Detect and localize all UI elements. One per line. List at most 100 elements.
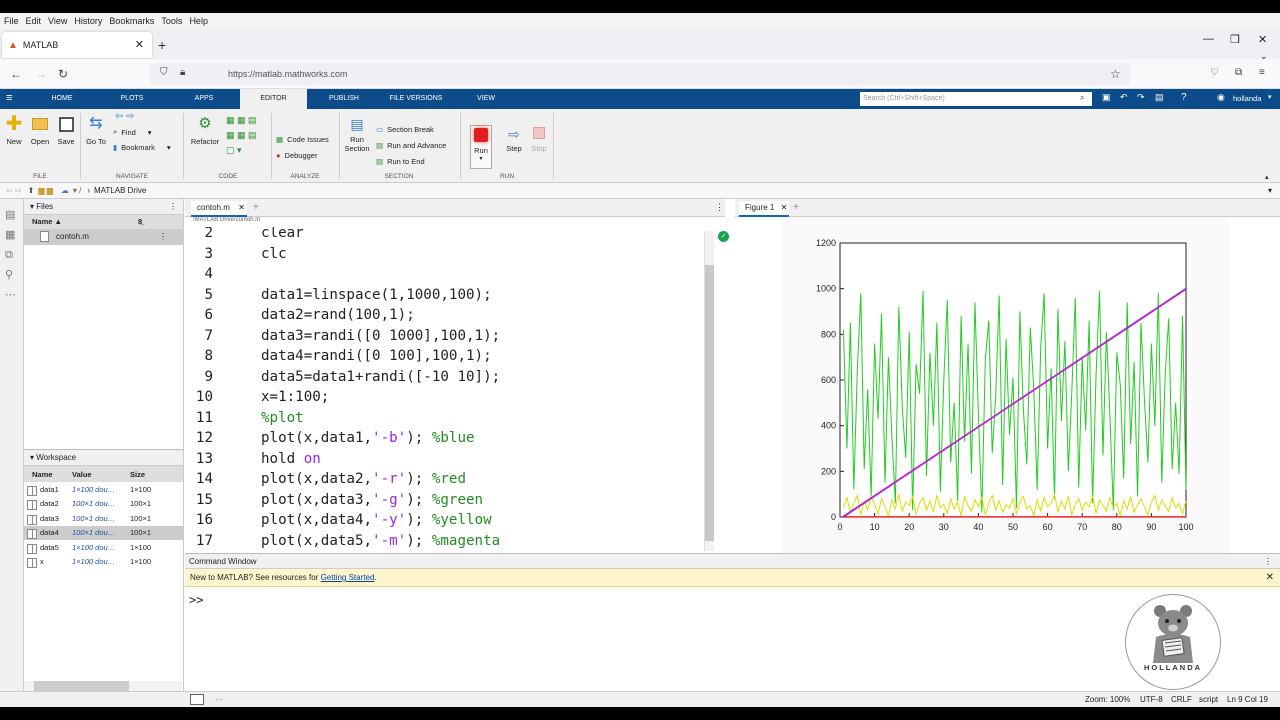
back-icon[interactable]: ⇦ ⇨ — [6, 186, 22, 195]
save-button[interactable]: Save — [55, 115, 77, 146]
logo-text: HOLLANDA — [1143, 663, 1203, 672]
tab-editor[interactable]: EDITOR — [240, 89, 307, 109]
files-column-header[interactable]: Name ▲ 8̲ — [24, 215, 183, 229]
find-button[interactable]: ⌕ Find ▾ — [113, 127, 152, 137]
section-break-button[interactable]: ▭ Section Break — [376, 125, 434, 134]
lock-icon[interactable]: 🔒︎ — [180, 67, 185, 78]
figure-tab[interactable]: Figure 1 ✕ — [739, 201, 789, 217]
back-icon[interactable]: ← — [10, 67, 22, 81]
layout-icon[interactable] — [190, 694, 204, 705]
user-name[interactable]: hollanda — [1233, 89, 1261, 109]
layout-icon[interactable]: ▤ — [1155, 92, 1164, 103]
chevron-down-icon[interactable]: ▾ — [30, 453, 34, 462]
back-arrow-icon[interactable]: ⇦ ⇨ — [115, 111, 135, 122]
new-button[interactable]: ✚ New — [3, 114, 25, 146]
menu-help[interactable]: Help — [189, 16, 208, 26]
menu-view[interactable]: View — [48, 16, 67, 26]
run-advance-button[interactable]: ▤ Run and Advance — [376, 141, 446, 150]
menu-history[interactable]: History — [74, 16, 102, 26]
browser-tab[interactable]: ▲ MATLAB ✕ — [2, 32, 152, 58]
close-window-icon[interactable]: ✕ — [1258, 33, 1267, 46]
zoom-level[interactable]: Zoom: 100% — [1085, 692, 1130, 707]
line-ending[interactable]: CRLF — [1171, 692, 1192, 707]
up-folder-icon[interactable]: ⬆ — [28, 186, 35, 195]
chevron-down-icon[interactable]: ▾ — [1268, 93, 1272, 101]
forward-icon[interactable]: → — [35, 67, 47, 81]
menu-tools[interactable]: Tools — [161, 16, 182, 26]
workspace-row[interactable]: data3 100×1 dou… 100×1 — [24, 511, 183, 526]
save-icon[interactable]: ▣ — [1102, 92, 1111, 103]
url-bar[interactable]: https://matlab.mathworks.com — [150, 63, 1130, 85]
more-icon[interactable]: ··· — [215, 692, 223, 707]
run-section-button[interactable]: ▤ Run Section — [342, 115, 372, 153]
close-icon[interactable]: ✕ — [1266, 569, 1274, 587]
line-chart[interactable]: 0 10 20 30 40 50 60 70 80 90 100020040060080010001… — [735, 217, 1280, 553]
command-prompt[interactable]: >> — [189, 593, 203, 607]
reload-icon[interactable]: ↻ — [58, 67, 68, 81]
workspace-column-header[interactable]: Name Value Size — [24, 466, 183, 482]
workspace-row-selected[interactable]: data4 100×1 dou… 100×1 — [24, 525, 183, 540]
bookmark-button[interactable]: ▮ Bookmark ▾ — [113, 143, 171, 152]
tab-publish[interactable]: PUBLISH — [318, 89, 370, 109]
file-type[interactable]: script — [1199, 692, 1218, 707]
tab-plots[interactable]: PLOTS — [106, 89, 158, 109]
step-button[interactable]: ⇨ Step — [502, 127, 526, 153]
new-tab-icon[interactable]: + — [158, 37, 166, 53]
refactor-button[interactable]: ⚙ Refactor — [188, 115, 222, 146]
code-tools-grid[interactable]: ▦ ▦ ▤ ▦ ▦ ▤ ▢ ▾ — [226, 113, 268, 158]
run-to-end-button[interactable]: ▤ Run to End — [376, 157, 425, 166]
workspace-row[interactable]: x 1×100 dou… 1×100 — [24, 555, 183, 570]
run-button[interactable]: Run ▾ — [470, 125, 492, 169]
close-icon[interactable]: ✕ — [781, 203, 788, 212]
workspace-row[interactable]: data1 1×100 dou… 1×100 — [24, 482, 183, 497]
pocket-icon[interactable]: ♡ — [1210, 67, 1219, 78]
getting-started-link[interactable]: Getting Started — [321, 573, 375, 582]
collapse-toolstrip-icon[interactable]: ▴ — [1265, 173, 1269, 181]
add-tab-icon[interactable]: + — [793, 202, 799, 213]
open-button[interactable]: Open — [28, 115, 52, 146]
workspace-row[interactable]: data2 100×1 dou… 100×1 — [24, 497, 183, 512]
editor-tab[interactable]: contoh.m ✕ — [191, 201, 247, 217]
tab-file-versions[interactable]: FILE VERSIONS — [380, 89, 452, 109]
close-tab-icon[interactable]: ✕ — [135, 38, 144, 51]
rail-icons[interactable]: ▤ ▦ ⧉ ⚲ ⋯ — [5, 205, 18, 305]
chevron-down-icon[interactable]: ▾ — [30, 202, 34, 211]
bookmark-star-icon[interactable]: ☆ — [1110, 67, 1121, 81]
shield-icon[interactable]: ⛉ — [160, 67, 168, 78]
add-tab-icon[interactable]: + — [253, 202, 259, 213]
debugger-button[interactable]: ● Debugger — [276, 151, 317, 160]
chevron-down-icon[interactable]: ▾ — [1268, 186, 1272, 195]
path-segment[interactable]: MATLAB Drive — [94, 186, 146, 195]
cursor-position[interactable]: Ln 9 Col 19 — [1227, 692, 1268, 707]
menu-bookmarks[interactable]: Bookmarks — [109, 16, 154, 26]
help-icon[interactable]: ? — [1181, 92, 1187, 103]
tab-view[interactable]: VIEW — [462, 89, 510, 109]
code-issues-button[interactable]: ▦ Code Issues — [276, 135, 329, 144]
editor-scroll-thumb[interactable] — [705, 265, 714, 541]
files-header[interactable]: ▾ Files ⋮ — [24, 199, 183, 215]
extensions-icon[interactable]: ⧉ — [1235, 67, 1242, 78]
more-options-icon[interactable]: ⋮ — [715, 202, 724, 213]
hamburger-icon[interactable]: ≡ — [6, 92, 12, 104]
more-options-icon[interactable]: ⋮ — [1264, 554, 1272, 569]
goto-button[interactable]: ⇆ Go To — [84, 115, 108, 146]
tab-home[interactable]: HOME — [36, 89, 88, 109]
restore-icon[interactable]: ❐ — [1230, 33, 1240, 46]
close-icon[interactable]: ✕ — [238, 203, 245, 212]
horizontal-scrollbar[interactable] — [24, 681, 182, 691]
menu-edit[interactable]: Edit — [26, 16, 42, 26]
workspace-header[interactable]: ▾ Workspace — [24, 450, 183, 466]
tab-apps[interactable]: APPS — [178, 89, 230, 109]
code-editor[interactable]: 2 clear 3 clc 4 5 data1=linspace(1,1000,100… — [185, 227, 717, 551]
browse-folder-icon[interactable]: ▆ ▆ — [38, 186, 53, 195]
menu-file[interactable]: File — [4, 16, 19, 26]
file-item[interactable]: contoh.m ⋮ — [24, 229, 183, 245]
redo-icon[interactable]: ↷ — [1137, 92, 1145, 103]
stop-button[interactable]: Stop — [528, 127, 550, 153]
minimize-icon[interactable]: — — [1203, 33, 1214, 45]
menu-icon[interactable]: ≡ — [1259, 67, 1265, 78]
undo-icon[interactable]: ↶ — [1120, 92, 1128, 103]
search-input[interactable]: Search (Ctrl+Shift+Space) — [860, 92, 1092, 106]
encoding[interactable]: UTF-8 — [1140, 692, 1163, 707]
workspace-row[interactable]: data5 1×100 dou… 1×100 — [24, 540, 183, 555]
